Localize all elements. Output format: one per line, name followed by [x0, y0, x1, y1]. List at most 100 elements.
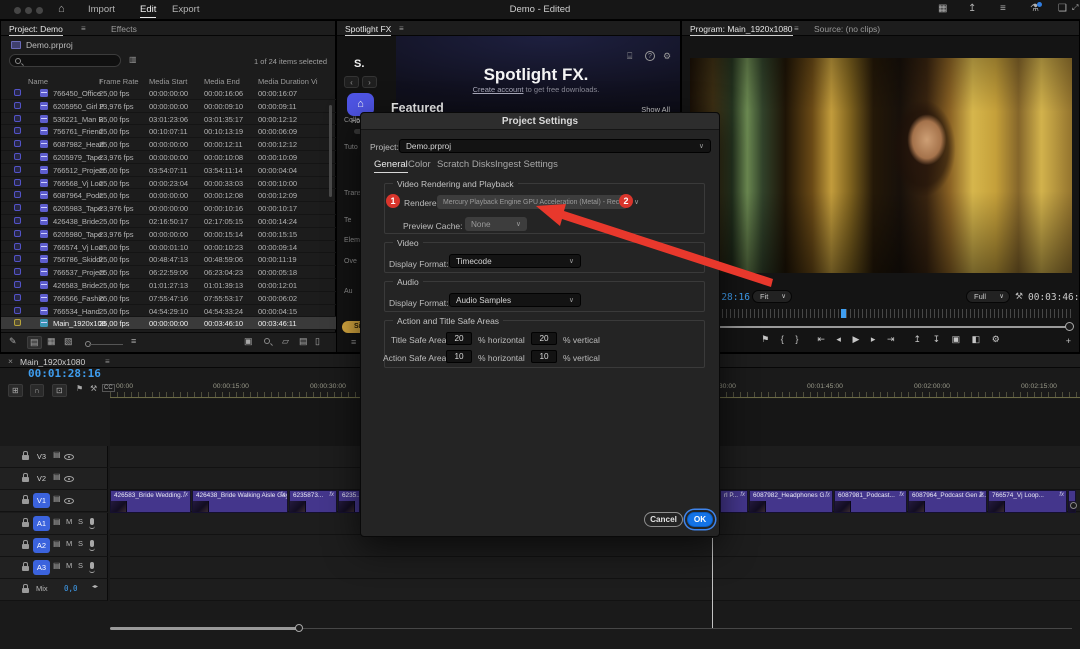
media-checkbox[interactable]: [14, 281, 21, 288]
media-checkbox[interactable]: [14, 268, 21, 275]
source-patch-icon[interactable]: ▤: [53, 561, 61, 570]
timeline-clip[interactable]: 6235... fx: [338, 490, 360, 513]
button-editor-settings[interactable]: ⚙: [992, 334, 1000, 345]
track-target-badge[interactable]: A1: [33, 516, 50, 531]
timeline-hscroll-thumb[interactable]: [110, 627, 298, 630]
mute-button[interactable]: M: [66, 517, 72, 526]
media-checkbox[interactable]: [14, 204, 21, 211]
solo-button[interactable]: S: [78, 517, 83, 526]
step-back-button[interactable]: ◂: [836, 334, 841, 345]
audio-track-lane[interactable]: [110, 557, 1080, 579]
timeline-clip[interactable]: 426583_Bride Wedding... fx: [110, 490, 191, 513]
toggle-track-output-eye-icon[interactable]: [64, 476, 74, 482]
track-target-badge[interactable]: V3: [33, 449, 50, 464]
tab-color[interactable]: Color: [408, 159, 431, 170]
panel-menu-icon[interactable]: ≡: [399, 24, 404, 33]
media-checkbox[interactable]: [14, 140, 21, 147]
media-row[interactable]: 6087964_Podc 25,00 fps 00:00:00:00 00:00…: [1, 189, 336, 202]
timeline-clip[interactable]: 6087982_Headphones G... fx: [749, 490, 833, 513]
voiceover-mic-icon[interactable]: [90, 562, 94, 569]
media-checkbox[interactable]: [14, 319, 21, 326]
new-bin-icon[interactable]: ▱: [282, 336, 289, 347]
media-row[interactable]: 426438_Bride 25,00 fps 02:16:50:17 02:17…: [1, 215, 336, 228]
media-checkbox[interactable]: [14, 243, 21, 250]
source-patch-icon[interactable]: ▤: [53, 472, 61, 481]
tab-spotlight-fx[interactable]: Spotlight FX: [345, 24, 391, 36]
beta-flask-icon[interactable]: ⚗: [1030, 3, 1039, 14]
help-icon[interactable]: ?: [645, 51, 655, 61]
settings-gear-icon[interactable]: ⚙: [663, 51, 671, 62]
feedback-icon[interactable]: ❑: [1058, 3, 1067, 14]
media-row[interactable]: 766574_Vj Loo 25,00 fps 00:00:01:10 00:0…: [1, 241, 336, 254]
timeline-hscroll-handle[interactable]: [295, 624, 303, 632]
timeline-clip[interactable]: 6235873... fx: [289, 490, 337, 513]
lock-icon[interactable]: [22, 477, 29, 482]
settings-wrench-icon[interactable]: ⚒: [1015, 291, 1023, 302]
forward-button[interactable]: ›: [362, 76, 377, 88]
sidebar-item-elem[interactable]: Elem: [344, 237, 360, 244]
media-checkbox[interactable]: [14, 294, 21, 301]
automate-to-sequence-icon[interactable]: ▣: [244, 336, 253, 347]
media-row[interactable]: 426583_Bride 25,00 fps 01:01:27:13 01:01…: [1, 279, 336, 292]
media-checkbox[interactable]: [14, 102, 21, 109]
add-button[interactable]: +: [1066, 336, 1071, 346]
mix-track-header[interactable]: Mix0,0◂▸: [0, 579, 108, 601]
tab-program[interactable]: Program: Main_1920x1080: [690, 24, 793, 36]
new-item-icon[interactable]: ▤: [299, 336, 308, 347]
sidebar-item-te[interactable]: Te: [344, 217, 351, 224]
sidebar-item-trans[interactable]: Trans: [344, 190, 362, 197]
sort-icon[interactable]: ≡: [131, 336, 136, 346]
mark-out-button[interactable]: }: [795, 334, 798, 344]
media-list-scrollbar[interactable]: [329, 105, 332, 197]
workspace-icon[interactable]: ▦: [938, 3, 947, 14]
media-checkbox[interactable]: [14, 191, 21, 198]
go-to-out-button[interactable]: ⇥: [887, 334, 895, 345]
lock-icon[interactable]: [22, 455, 29, 460]
media-checkbox[interactable]: [14, 166, 21, 173]
tab-ingest-settings[interactable]: Ingest Settings: [495, 159, 558, 170]
gamepad-icon[interactable]: ⌸: [627, 51, 632, 62]
media-checkbox[interactable]: [14, 115, 21, 122]
toggle-track-output-eye-icon[interactable]: [64, 454, 74, 460]
mix-level-value[interactable]: 0,0: [64, 584, 78, 593]
ok-button[interactable]: OK: [687, 512, 713, 527]
title-safe-vertical-input[interactable]: [531, 332, 557, 345]
cancel-button[interactable]: Cancel: [644, 512, 683, 527]
playback-resolution-dropdown[interactable]: Full∨: [966, 290, 1010, 303]
step-forward-button[interactable]: ▸: [871, 334, 876, 345]
action-safe-vertical-input[interactable]: [531, 350, 557, 363]
audio-track-header[interactable]: A3 ▤ M S: [0, 557, 108, 579]
voiceover-mic-icon[interactable]: [90, 540, 94, 547]
tab-sequence[interactable]: Main_1920x1080: [20, 357, 85, 367]
project-file-row[interactable]: Demo.prproj: [11, 40, 73, 50]
sidebar-item-tuto[interactable]: Tuto: [344, 144, 358, 151]
timeline-vscroll-handle[interactable]: [1070, 502, 1077, 509]
nest-toggle-button[interactable]: ⊞: [8, 384, 23, 397]
edit-pencil-icon[interactable]: ✎: [9, 336, 17, 347]
media-row[interactable]: 6205979_Tape 23,976 fps 00:00:00:00 00:0…: [1, 151, 336, 164]
toggle-track-output-eye-icon[interactable]: [64, 498, 74, 504]
export-frame-button[interactable]: ▣: [952, 334, 961, 345]
video-track-header[interactable]: V2 ▤: [0, 468, 108, 490]
timeline-playhead[interactable]: [712, 538, 713, 629]
zoom-slider[interactable]: [89, 344, 123, 345]
media-checkbox[interactable]: [14, 153, 21, 160]
source-patch-icon[interactable]: ▤: [53, 539, 61, 548]
audio-track-header[interactable]: A2 ▤ M S: [0, 535, 108, 557]
voiceover-mic-icon[interactable]: [90, 518, 94, 525]
scrubber-playhead[interactable]: [841, 309, 846, 318]
fit-dropdown[interactable]: Fit∨: [752, 290, 792, 303]
program-zoom-handle[interactable]: [1065, 322, 1074, 331]
media-checkbox[interactable]: [14, 230, 21, 237]
media-row[interactable]: 766568_Vj Loo 25,00 fps 00:00:23:04 00:0…: [1, 177, 336, 190]
media-row[interactable]: 6205950_Girl P 23,976 fps 00:00:00:00 00…: [1, 100, 336, 113]
program-scrubber[interactable]: [690, 309, 1074, 318]
media-row[interactable]: 766566_Fashio 25,00 fps 07:55:47:16 07:5…: [1, 292, 336, 305]
action-safe-horizontal-input[interactable]: [446, 350, 472, 363]
lock-icon[interactable]: [22, 544, 29, 549]
source-patch-icon[interactable]: ▤: [53, 494, 61, 503]
media-row[interactable]: 766534_Hand 25,00 fps 04:54:29:10 04:54:…: [1, 305, 336, 318]
mark-in-button[interactable]: {: [781, 334, 784, 344]
panel-menu-icon[interactable]: ≡: [105, 357, 110, 366]
media-checkbox[interactable]: [14, 127, 21, 134]
